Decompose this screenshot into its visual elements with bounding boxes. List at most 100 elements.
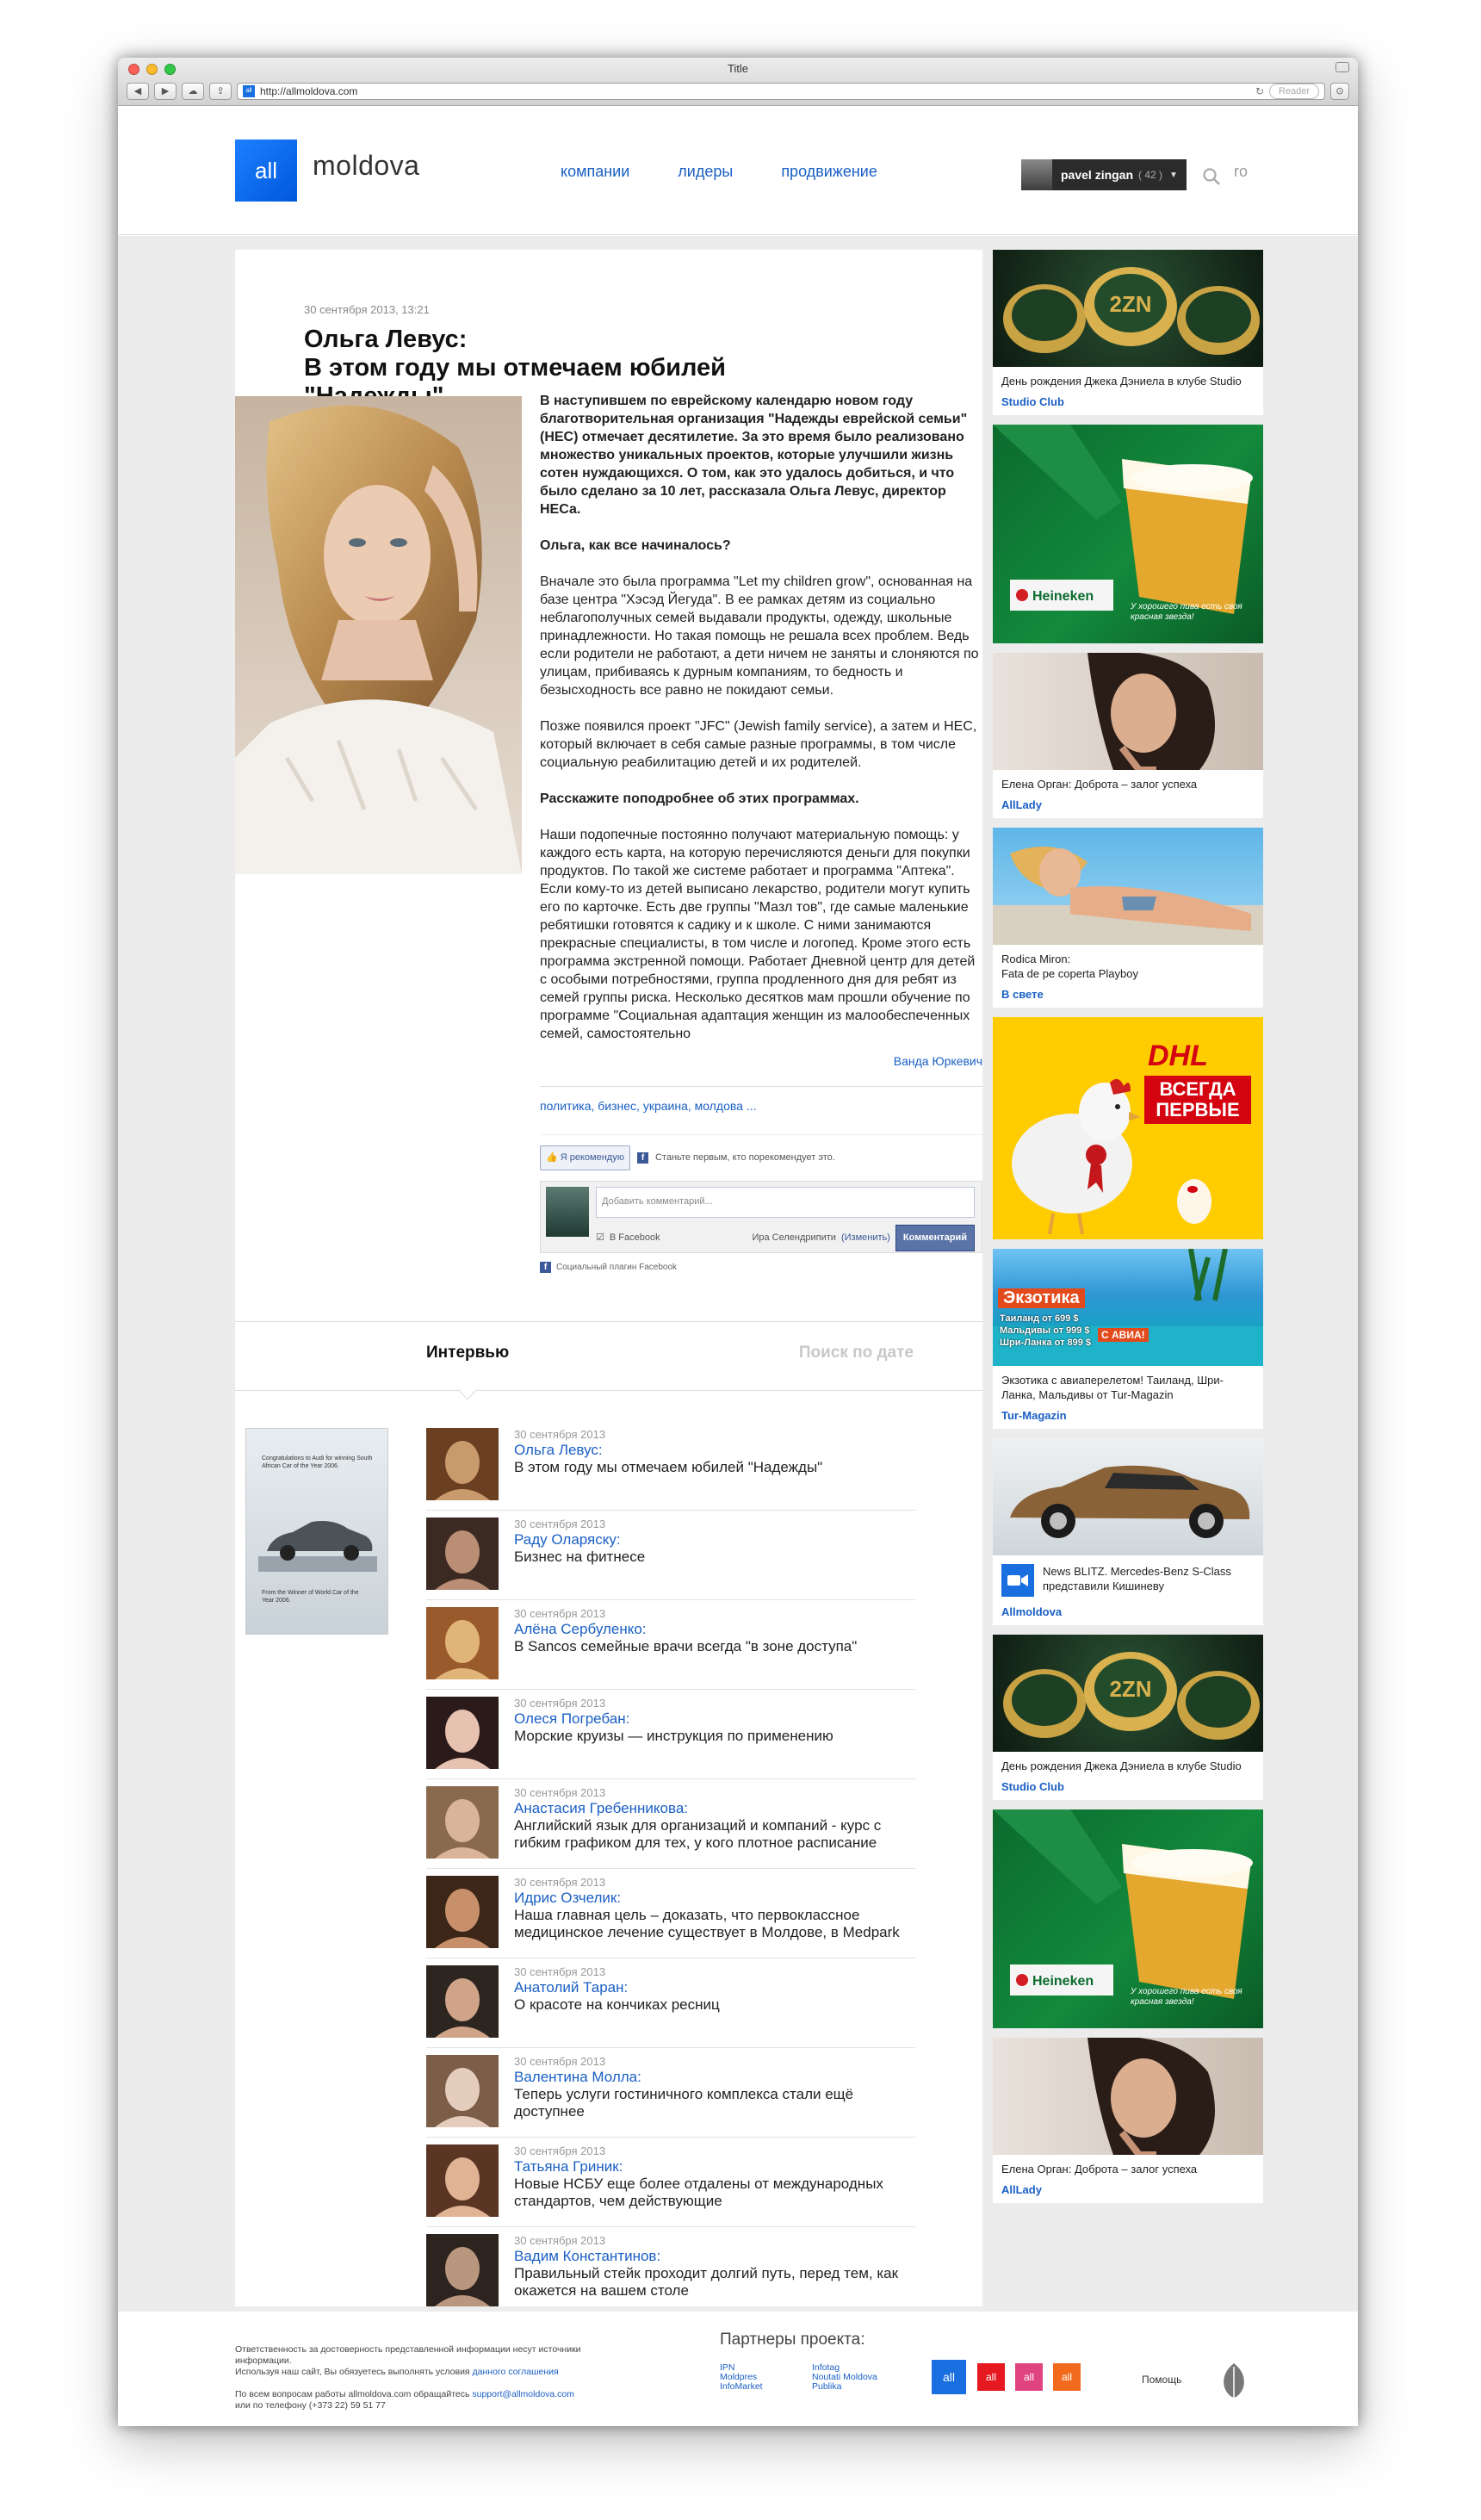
interview-title[interactable]: Правильный стейк проходит долгий путь, п…	[514, 2265, 915, 2300]
interview-title[interactable]: Наша главная цель – доказать, что первок…	[514, 1907, 915, 1941]
card-source[interactable]: Studio Club	[993, 1773, 1263, 1800]
sidebar-card-v-svete[interactable]: Rodica Miron: Fata de pe coperta Playboy…	[993, 828, 1263, 1008]
search-icon[interactable]	[1201, 166, 1222, 187]
interview-list-item[interactable]: 30 сентября 2013 Валентина Молла: Теперь у…	[426, 2048, 915, 2138]
all-project-blue[interactable]: all	[932, 2360, 966, 2394]
interview-list-item[interactable]: 30 сентября 2013 Олеся Погребан: Морские к…	[426, 1690, 915, 1779]
facebook-like-button[interactable]: 👍 Я рекомендую	[540, 1145, 630, 1170]
interview-name[interactable]: Ольга Левус:	[514, 1442, 915, 1459]
interview-list-item[interactable]: 30 сентября 2013 Анатолий Таран: О красоте…	[426, 1958, 915, 2048]
avatar[interactable]	[426, 1965, 499, 2038]
interview-name[interactable]: Анатолий Таран:	[514, 1979, 915, 1996]
interview-list-item[interactable]: 30 сентября 2013 Идрис Озчелик: Наша главн…	[426, 1869, 915, 1958]
card-source[interactable]: AllLady	[993, 791, 1263, 818]
interview-name[interactable]: Анастасия Гребенникова:	[514, 1800, 915, 1817]
sidebar-card-studio-club[interactable]: 2ZN День рождения Джека Дэниела в клубе …	[993, 250, 1263, 415]
partner-link[interactable]: InfoMarket	[720, 2382, 812, 2392]
avatar[interactable]	[426, 1607, 499, 1679]
card-source[interactable]: В свете	[993, 981, 1263, 1008]
interview-list-item[interactable]: 30 сентября 2013 Ольга Левус: В этом году …	[426, 1421, 915, 1511]
card-source[interactable]: Tur-Magazin	[993, 1402, 1263, 1429]
interview-title[interactable]: В этом году мы отмечаем юбилей "Надежды"	[514, 1459, 915, 1476]
avatar[interactable]	[426, 1697, 499, 1769]
card-source[interactable]: Allmoldova	[993, 1605, 1263, 1625]
nav-companies[interactable]: компании	[561, 163, 629, 181]
sidebar-card-allmoldova[interactable]: News BLITZ. Mercedes-Benz S-Class предст…	[993, 1438, 1263, 1625]
comment-input[interactable]: Добавить комментарий...	[596, 1187, 975, 1218]
news-item[interactable]: News BLITZ. Mercedes-Benz S-Class предст…	[993, 1555, 1263, 1605]
avatar[interactable]	[426, 2144, 499, 2217]
address-bar[interactable]: all http://allmoldova.com ↻ Reader	[237, 83, 1325, 100]
agreement-link[interactable]: данного соглашения	[473, 2367, 559, 2377]
heineken-ad-banner[interactable]: Heineken У хорошего пива есть своя красн…	[993, 425, 1263, 643]
support-email-link[interactable]: support@allmoldova.com	[472, 2389, 574, 2399]
reload-icon[interactable]: ↻	[1255, 85, 1264, 97]
nav-leaders[interactable]: лидеры	[678, 163, 733, 181]
language-switch[interactable]: ro	[1234, 163, 1248, 181]
interview-name[interactable]: Валентина Молла:	[514, 2069, 915, 2086]
sidebar-card-alllady[interactable]: Елена Орган: Доброта – залог успеха AllL…	[993, 653, 1263, 818]
article-author[interactable]: Ванда Юркевич	[540, 1052, 982, 1071]
interview-title[interactable]: Морские круизы — инструкция по применени…	[514, 1728, 915, 1745]
interview-text: 30 сентября 2013 Раду Оларяску: Бизнес на …	[514, 1518, 915, 1599]
heineken-ad-banner[interactable]: Heineken У хорошего пива есть своя красн…	[993, 1809, 1263, 2028]
all-project-pink[interactable]: all	[1015, 2363, 1043, 2391]
fullscreen-button[interactable]	[1335, 62, 1349, 72]
reader-button[interactable]: Reader	[1269, 84, 1319, 99]
interview-name[interactable]: Идрис Озчелик:	[514, 1890, 915, 1907]
tags-link[interactable]: политика, бизнес, украина, молдова ...	[540, 1099, 757, 1113]
avatar[interactable]	[426, 1786, 499, 1859]
url-text[interactable]: http://allmoldova.com	[260, 85, 1250, 97]
user-menu[interactable]: pavel zingan ( 42 ) ▼	[1021, 159, 1187, 190]
interview-name[interactable]: Вадим Константинов:	[514, 2248, 915, 2265]
forward-button[interactable]: ▶	[154, 83, 177, 100]
dhl-ad-banner[interactable]: DHL ВСЕГДА ПЕРВЫЕ	[993, 1017, 1263, 1239]
logo-text[interactable]: moldova	[313, 150, 419, 182]
interview-name[interactable]: Раду Оларяску:	[514, 1531, 915, 1549]
sidebar-card-alllady[interactable]: Елена Орган: Доброта – залог успеха AllL…	[993, 2038, 1263, 2203]
interview-title[interactable]: Бизнес на фитнесе	[514, 1549, 915, 1566]
all-project-orange[interactable]: all	[1053, 2363, 1081, 2391]
interview-list-item[interactable]: 30 сентября 2013 Татьяна Гриник: Новые НСБ…	[426, 2138, 915, 2227]
comment-submit-button[interactable]: Комментарий	[895, 1225, 975, 1251]
interviews-heading[interactable]: Интервью	[426, 1344, 509, 1362]
interview-title[interactable]: Английский язык для организаций и компан…	[514, 1817, 915, 1852]
nav-promotion[interactable]: продвижение	[781, 163, 877, 181]
interview-list-item[interactable]: 30 сентября 2013 Анастасия Гребенникова: А…	[426, 1779, 915, 1869]
cloud-icon[interactable]: ☁	[182, 83, 204, 100]
interview-title[interactable]: Новые НСБУ еще более отдалены от междуна…	[514, 2176, 915, 2210]
card-source[interactable]: AllLady	[993, 2176, 1263, 2203]
avatar[interactable]	[426, 2234, 499, 2306]
card-source[interactable]: Studio Club	[993, 388, 1263, 415]
interview-list-item[interactable]: 30 сентября 2013 Раду Оларяску: Бизнес на …	[426, 1511, 915, 1600]
help-link[interactable]: Помощь	[1142, 2374, 1181, 2386]
date-search-button[interactable]: Поиск по дате	[799, 1344, 914, 1362]
partner-link[interactable]: Publika	[812, 2382, 904, 2392]
sidebar-card-studio-club[interactable]: 2ZN День рождения Джека Дэниела в клубе …	[993, 1635, 1263, 1800]
car-ad-banner[interactable]: Congratulations to Audi for winning Sout…	[245, 1428, 388, 1635]
interview-title[interactable]: О красоте на кончиках ресниц	[514, 1996, 915, 2014]
interview-list-item[interactable]: 30 сентября 2013 Вадим Константинов: Прави…	[426, 2227, 915, 2317]
heineken-brand: Heineken	[1032, 589, 1094, 604]
interview-name[interactable]: Татьяна Гриник:	[514, 2158, 915, 2176]
interview-title[interactable]: Теперь услуги гостиничного комплекса ста…	[514, 2086, 915, 2120]
interview-list-item[interactable]: 30 сентября 2013 Алёна Сербуленко: В Sanco…	[426, 1600, 915, 1690]
avatar[interactable]	[426, 2055, 499, 2127]
share-icon[interactable]: ⇪	[209, 83, 232, 100]
interview-name[interactable]: Олеся Погребан:	[514, 1710, 915, 1728]
avatar[interactable]	[426, 1518, 499, 1590]
article-photo	[235, 396, 522, 874]
leaf-icon[interactable]	[1221, 2362, 1247, 2399]
avatar[interactable]	[426, 1876, 499, 1948]
interview-title[interactable]: В Sancos семейные врачи всегда "в зоне д…	[514, 1638, 915, 1655]
change-account-link[interactable]: (Изменить)	[841, 1229, 890, 1247]
avatar[interactable]	[426, 1428, 499, 1500]
post-to-facebook-checkbox[interactable]: ☑	[596, 1229, 604, 1247]
downloads-icon[interactable]: ⊙	[1330, 83, 1349, 100]
back-button[interactable]: ◀	[127, 83, 149, 100]
favicon-icon: all	[243, 85, 255, 97]
sidebar-card-tur-magazin[interactable]: Экзотика Таиланд от 699 $ Мальдивы от 99…	[993, 1249, 1263, 1429]
logo-icon[interactable]: all	[235, 140, 297, 202]
all-project-red[interactable]: all	[977, 2363, 1005, 2391]
interview-name[interactable]: Алёна Сербуленко:	[514, 1621, 915, 1638]
